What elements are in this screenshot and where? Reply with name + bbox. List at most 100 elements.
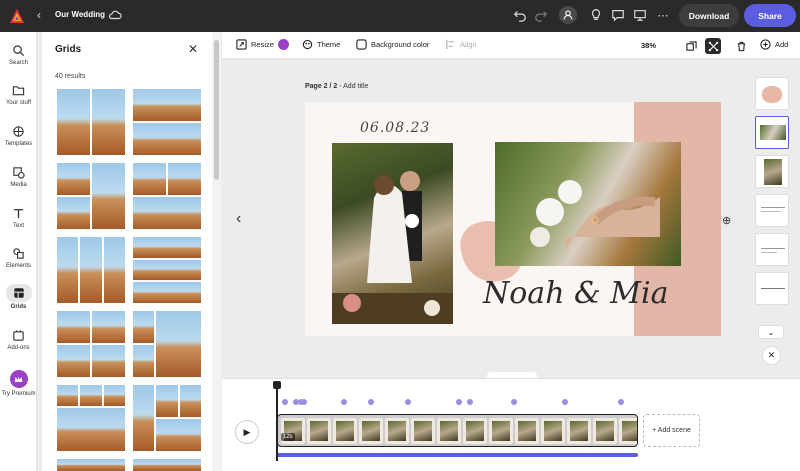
document-title[interactable]: Our Wedding (55, 10, 105, 19)
grid-layout-thumbnail[interactable] (133, 163, 201, 229)
grid-layout-thumbnail[interactable] (133, 459, 201, 471)
align-button[interactable]: Align (445, 39, 477, 50)
rail-item-templates[interactable]: Templates (0, 125, 37, 147)
rail-label: Templates (4, 141, 33, 147)
date-text[interactable]: 06.08.23 (360, 120, 430, 136)
templates-icon (13, 126, 24, 137)
add-button[interactable]: Add (760, 39, 788, 50)
resize-label: Resize (251, 40, 274, 49)
trash-icon[interactable] (733, 38, 749, 54)
media-icon (13, 167, 25, 179)
page-thumbnail[interactable] (755, 155, 789, 188)
close-icon[interactable]: ✕ (188, 42, 198, 56)
keyframe-dot[interactable] (341, 399, 347, 405)
align-label: Align (460, 40, 477, 49)
folder-icon (12, 86, 25, 96)
close-pages-icon[interactable]: ✕ (762, 346, 781, 365)
playhead-handle[interactable] (273, 381, 281, 389)
theme-button[interactable]: Theme (302, 39, 340, 50)
redo-icon[interactable] (533, 7, 549, 23)
comment-icon[interactable] (610, 7, 626, 23)
grid-layout-thumbnail[interactable] (57, 459, 125, 471)
account-icon[interactable] (559, 6, 577, 24)
keyframe-dot[interactable] (562, 399, 568, 405)
background-color-button[interactable]: Background color (356, 39, 429, 50)
download-button[interactable]: Download (679, 4, 739, 27)
previous-page-chevron-icon[interactable]: ‹ (236, 210, 241, 228)
rail-label: Your stuff (5, 100, 32, 106)
layers-icon[interactable] (683, 38, 699, 54)
keyframe-dot[interactable] (511, 399, 517, 405)
theme-label: Theme (317, 40, 341, 49)
lightbulb-icon[interactable] (588, 7, 604, 23)
grid-layout-thumbnail[interactable] (57, 385, 125, 451)
page-thumbnail[interactable] (755, 77, 789, 110)
page-label[interactable]: Page 2 / 2 - Add title (305, 83, 368, 90)
add-scene-button[interactable]: + Add scene (643, 414, 700, 447)
grid-layout-thumbnail[interactable] (57, 163, 125, 229)
rail-item-search[interactable]: Search (0, 44, 37, 66)
keyframe-dot[interactable] (467, 399, 473, 405)
background-color-icon (356, 39, 367, 50)
editor-toolbar: Resize Theme Background color Align 38% … (222, 32, 800, 59)
rail-label: Add-ons (7, 345, 30, 351)
keyframe-dot[interactable] (405, 399, 411, 405)
grid-layout-thumbnail[interactable] (133, 89, 201, 155)
present-icon[interactable] (632, 7, 648, 23)
more-icon[interactable]: ⋯ (655, 7, 671, 23)
scene-filmstrip[interactable] (277, 414, 638, 447)
couple-photo-illustration (332, 171, 453, 324)
panel-scrollbar-thumb[interactable] (214, 40, 219, 180)
rail-label: Search (8, 60, 28, 66)
playhead-line[interactable] (276, 383, 278, 461)
play-icon[interactable]: ▶ (235, 420, 259, 444)
resize-icon (236, 39, 247, 50)
resize-button[interactable]: Resize (236, 39, 289, 50)
grid-layout-thumbnail[interactable] (57, 89, 125, 155)
undo-icon[interactable] (512, 7, 528, 23)
arrange-icon[interactable] (705, 38, 721, 54)
app-logo-icon[interactable] (9, 8, 25, 24)
elements-icon (13, 248, 24, 259)
rail-item-add-ons[interactable]: Add-ons (0, 329, 37, 351)
add-title-link[interactable]: - Add title (337, 83, 368, 90)
keyframe-dot[interactable] (456, 399, 462, 405)
rail-item-grids[interactable]: Grids (0, 284, 37, 310)
theme-icon (302, 39, 313, 50)
grid-layout-thumbnail[interactable] (133, 237, 201, 303)
rail-item-your-stuff[interactable]: Your stuff (0, 84, 37, 106)
zoom-level[interactable]: 38% (641, 41, 656, 50)
grid-layout-thumbnail[interactable] (133, 311, 201, 377)
back-chevron-icon[interactable]: ‹ (37, 8, 41, 22)
page-thumbnail[interactable] (755, 272, 789, 305)
page-number: Page 2 / 2 (305, 83, 338, 90)
add-page-icon[interactable]: ⊕ (722, 214, 731, 227)
hands-rings-photo[interactable] (495, 142, 681, 266)
grid-layout-thumbnail[interactable] (133, 385, 201, 451)
keyframe-dot[interactable] (618, 399, 624, 405)
rail-item-text[interactable]: Text (0, 207, 37, 229)
keyframe-dot[interactable] (368, 399, 374, 405)
page-thumbnail[interactable] (755, 194, 789, 227)
top-bar: ‹ Our Wedding ⋯ Download Share (0, 0, 800, 32)
rail-item-media[interactable]: Media (0, 166, 37, 188)
rail-item-try-premium[interactable]: Try Premium (0, 370, 37, 397)
cloud-icon[interactable] (108, 8, 122, 22)
rail-label: Elements (5, 263, 31, 269)
share-button[interactable]: Share (744, 4, 796, 27)
timeline-progress-bar[interactable] (277, 453, 638, 457)
grid-layout-thumbnail[interactable] (57, 311, 125, 377)
page-thumbnail[interactable] (755, 233, 789, 266)
grid-layout-thumbnail[interactable] (57, 237, 125, 303)
rail-label: Try Premium (1, 391, 36, 397)
chevron-down-icon[interactable]: ⌄ (758, 325, 784, 339)
keyframe-dot[interactable] (282, 399, 288, 405)
rail-item-elements[interactable]: Elements (0, 247, 37, 269)
page-thumbnail[interactable] (755, 116, 789, 149)
results-count: 40 results (55, 73, 86, 80)
design-page[interactable]: 06.08.23 Noah & Mia (305, 102, 721, 336)
couple-photo[interactable] (332, 143, 453, 324)
rail-label: Media (10, 182, 27, 188)
couple-names-text[interactable]: Noah & Mia (483, 276, 669, 311)
keyframe-dot[interactable] (301, 399, 307, 405)
